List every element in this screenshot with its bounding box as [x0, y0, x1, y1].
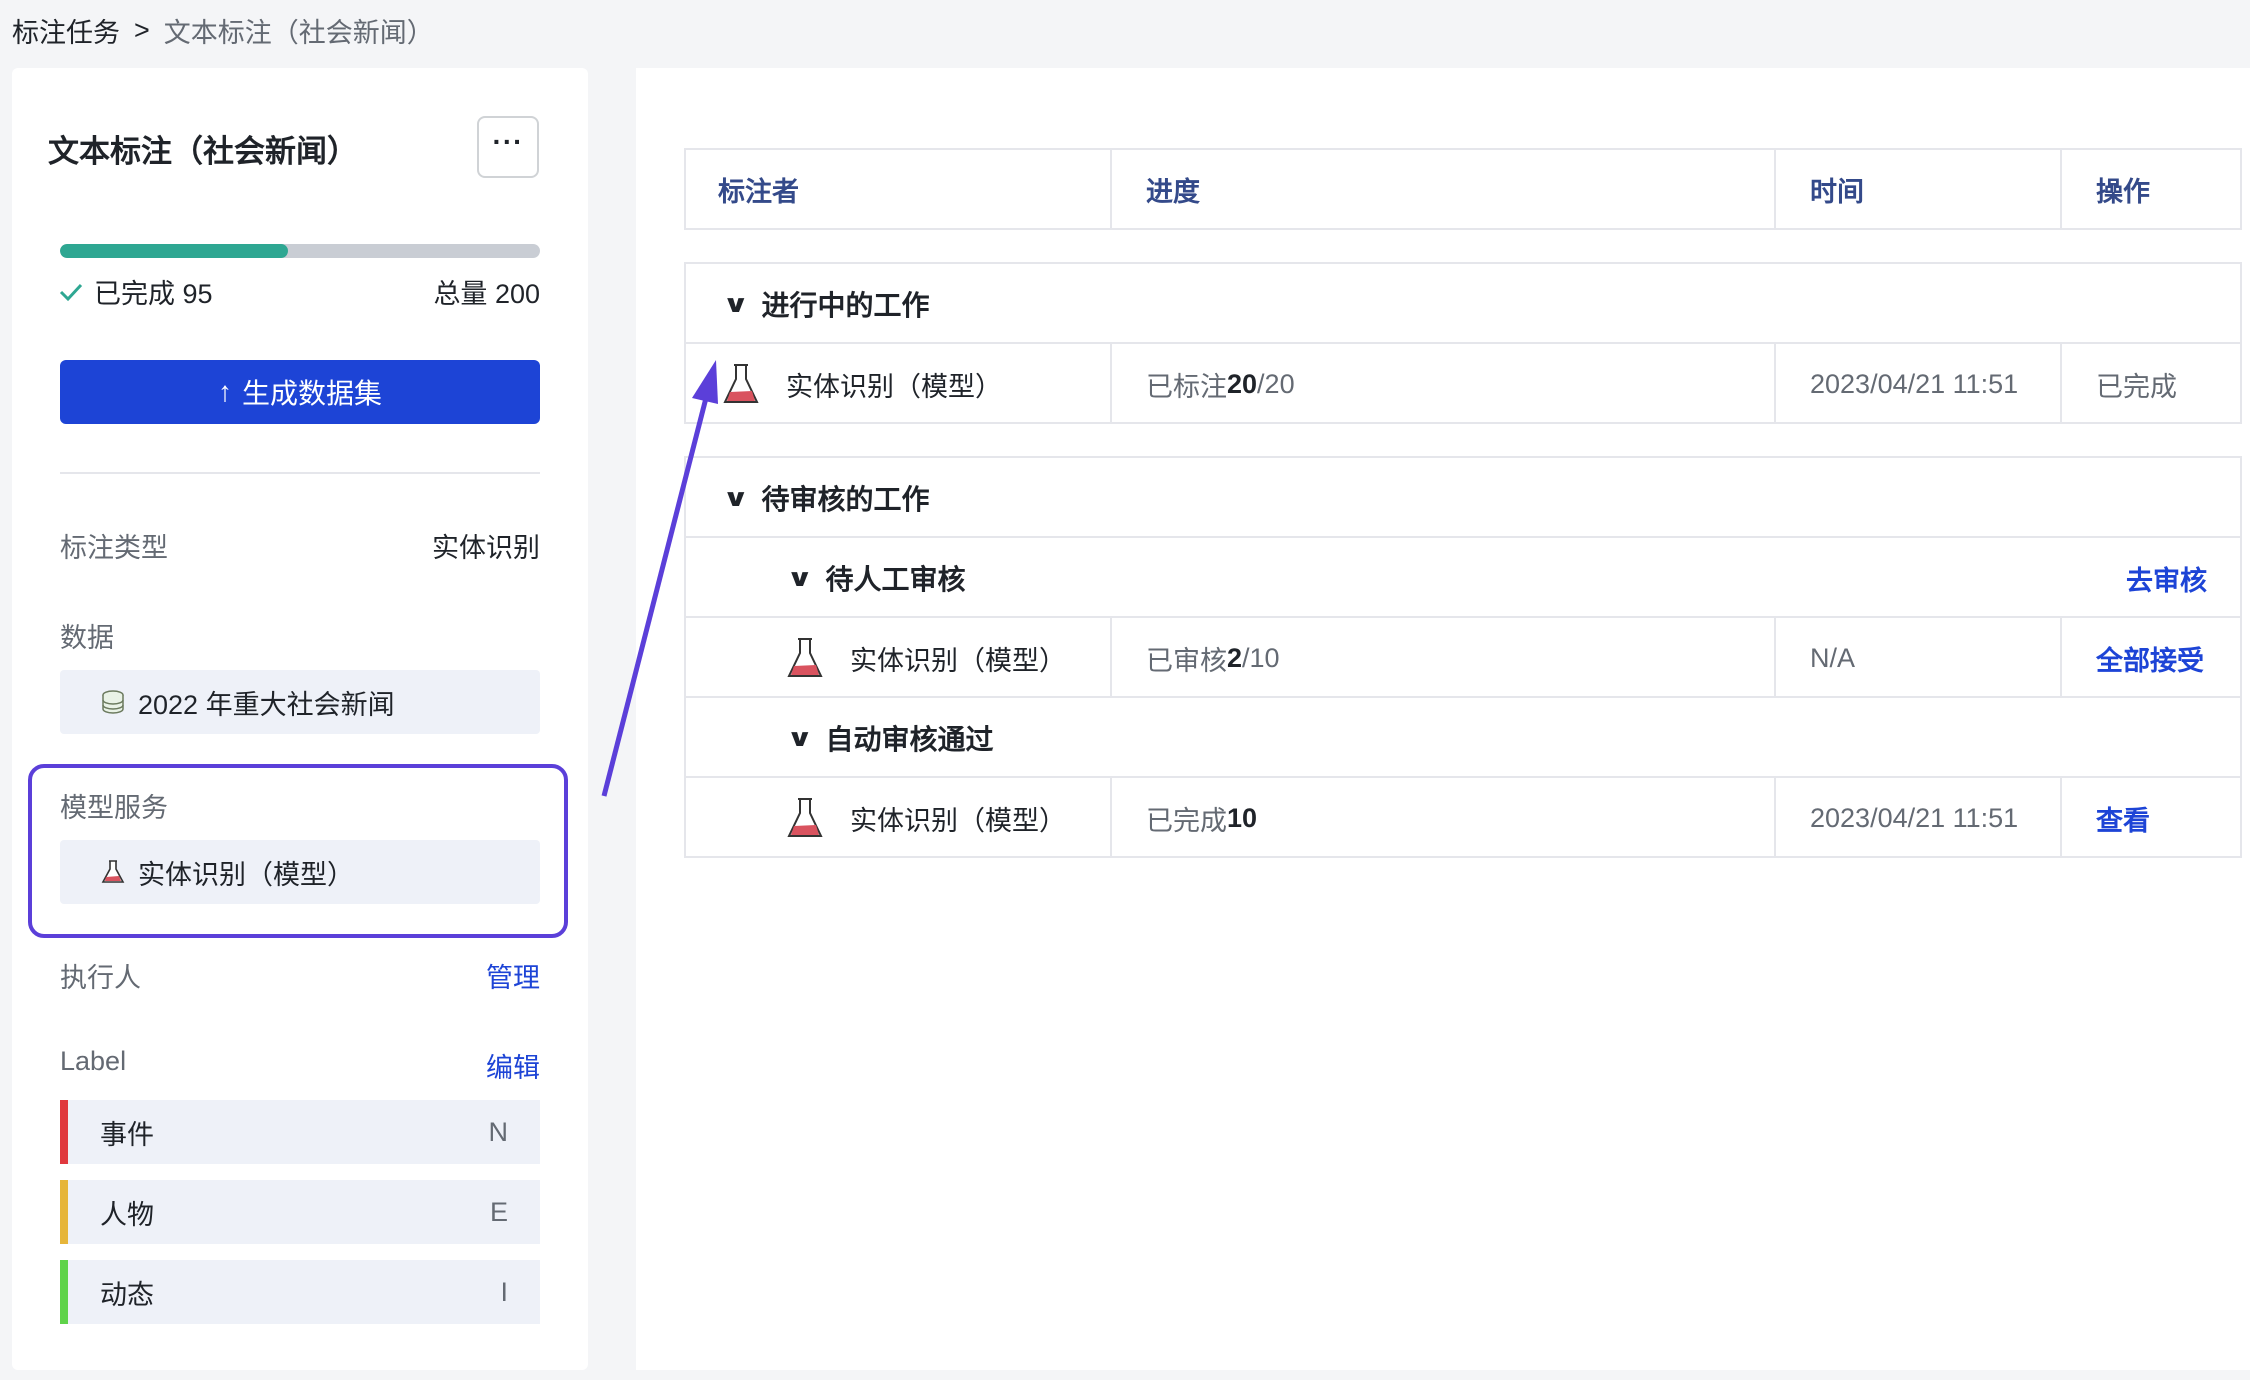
annotation-arrow: [601, 360, 718, 797]
